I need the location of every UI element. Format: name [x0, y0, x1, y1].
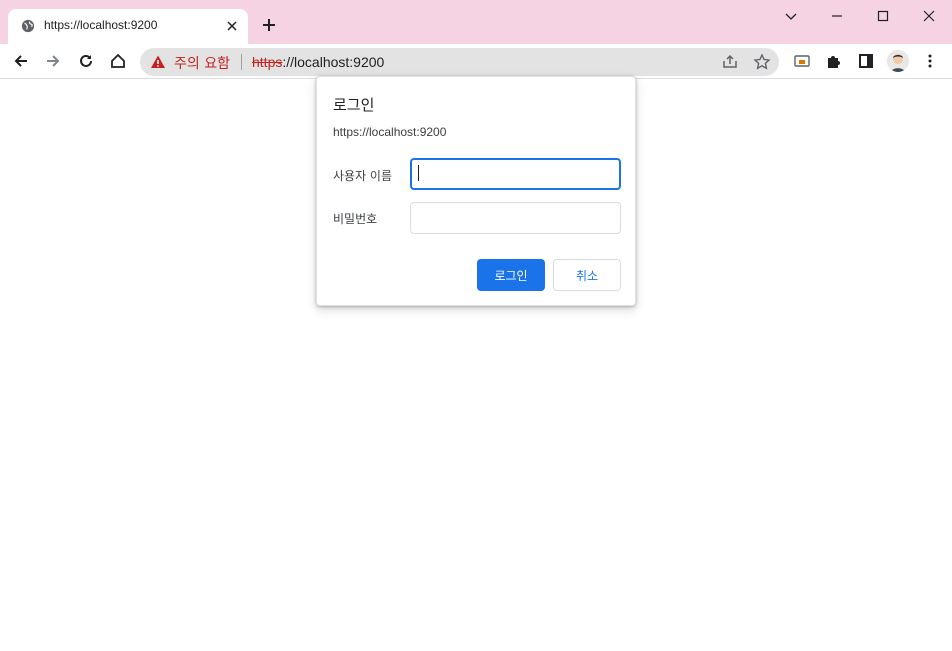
text-caret	[418, 165, 419, 181]
dialog-origin: https://localhost:9200	[333, 125, 447, 139]
close-icon[interactable]	[225, 19, 239, 33]
url-scheme: https	[252, 54, 283, 70]
security-warning-label[interactable]: 주의 요함	[174, 53, 230, 73]
omnibox-divider	[241, 54, 242, 70]
window-close-icon[interactable]	[921, 8, 937, 24]
forward-arrow-icon[interactable]	[44, 52, 62, 70]
username-input[interactable]	[410, 158, 621, 190]
browser-titlebar: https://localhost:9200	[0, 0, 952, 44]
new-tab-icon[interactable]	[261, 17, 277, 33]
login-button[interactable]: 로그인	[477, 259, 545, 291]
browser-toolbar: 주의 요함 https://localhost:9200	[0, 44, 952, 79]
bookmark-star-icon[interactable]	[753, 53, 771, 71]
password-label: 비밀번호	[333, 212, 378, 226]
globe-icon	[21, 19, 35, 33]
dialog-title: 로그인	[333, 96, 375, 114]
warning-icon[interactable]	[150, 54, 166, 70]
profile-avatar[interactable]	[887, 50, 909, 72]
password-input[interactable]	[410, 202, 621, 234]
side-panel-icon[interactable]	[857, 52, 875, 70]
address-bar[interactable]: 주의 요함 https://localhost:9200	[140, 48, 779, 76]
chevron-down-icon[interactable]	[783, 8, 799, 24]
home-icon[interactable]	[109, 52, 127, 70]
share-icon[interactable]	[721, 53, 739, 71]
reload-icon[interactable]	[77, 52, 95, 70]
username-label: 사용자 이름	[333, 169, 393, 183]
more-menu-icon[interactable]	[921, 52, 939, 70]
url-host: ://localhost:9200	[282, 54, 385, 70]
tab-title: https://localhost:9200	[44, 18, 158, 32]
minimize-icon[interactable]	[829, 8, 845, 24]
url-text[interactable]: https://localhost:9200	[252, 54, 384, 70]
cast-icon[interactable]	[793, 52, 811, 70]
cancel-button[interactable]: 취소	[553, 259, 621, 291]
back-arrow-icon[interactable]	[12, 52, 30, 70]
sign-in-dialog: 로그인 https://localhost:9200 사용자 이름 비밀번호 로…	[316, 76, 636, 306]
extensions-puzzle-icon[interactable]	[825, 52, 843, 70]
profile-icon	[887, 50, 909, 72]
maximize-icon[interactable]	[875, 8, 891, 24]
browser-tab[interactable]: https://localhost:9200	[8, 9, 248, 44]
